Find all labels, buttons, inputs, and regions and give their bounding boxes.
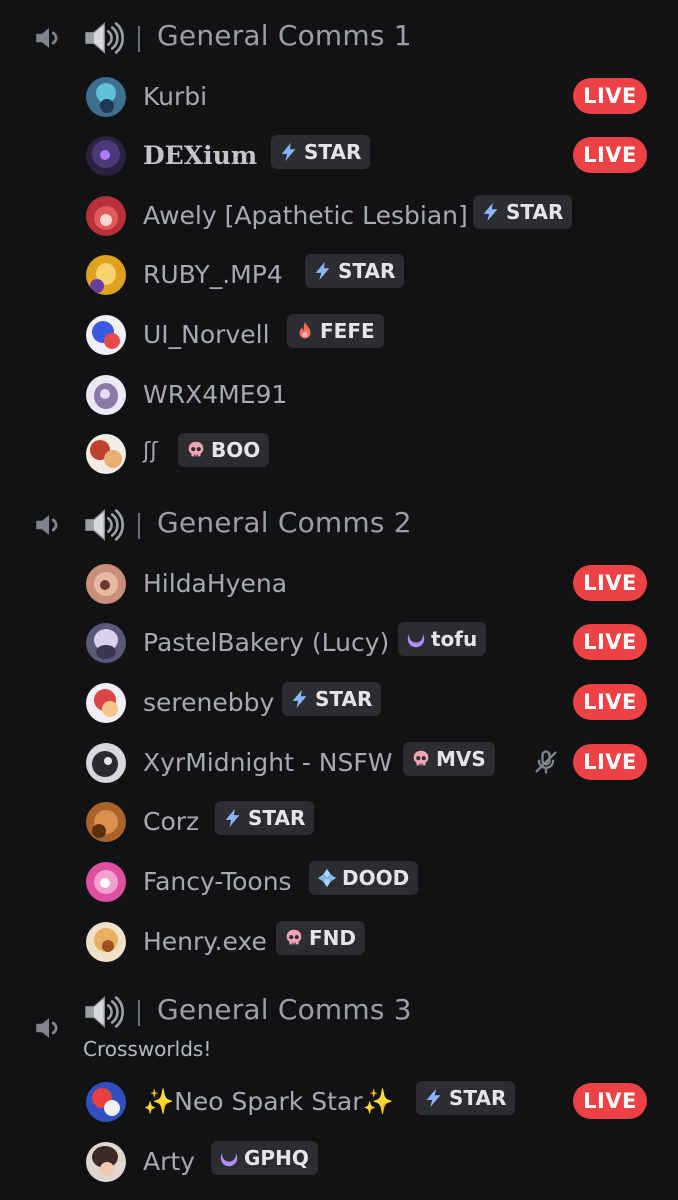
flame-icon: [294, 320, 316, 342]
live-badge[interactable]: LIVE: [573, 78, 647, 114]
lightning-icon: [480, 201, 502, 223]
user-name: Kurbi: [143, 82, 208, 111]
avatar: [86, 683, 126, 723]
avatar: [86, 315, 126, 355]
server-tag: GPHQ: [211, 1141, 318, 1175]
user-name: Fancy-Toons: [143, 867, 292, 896]
server-tag: MVS: [403, 742, 495, 776]
avatar: [86, 255, 126, 295]
user-name: PastelBakery (Lucy): [143, 628, 390, 657]
server-tag: FEFE: [287, 314, 384, 348]
voice-user-neo-spark-star[interactable]: ✨Neo Spark Star✨ STAR LIVE: [0, 1073, 678, 1131]
user-name: serenebby: [143, 688, 275, 717]
voice-user-arty[interactable]: Arty GPHQ: [0, 1133, 678, 1191]
user-name: DEXium: [143, 141, 258, 170]
voice-user-serenebby[interactable]: serenebby STAR LIVE: [0, 674, 678, 732]
live-badge[interactable]: LIVE: [573, 624, 647, 660]
voice-user-henry-exe[interactable]: Henry.exe FND: [0, 913, 678, 971]
voice-user-corz[interactable]: Corz STAR: [0, 793, 678, 851]
channel-topic: Crossworlds!: [83, 1037, 212, 1061]
voice-user-xyrmidnight[interactable]: XyrMidnight - NSFW MVS LIVE: [0, 734, 678, 792]
channel-name: General Comms 1: [157, 19, 412, 52]
avatar: [86, 564, 126, 604]
user-name: Corz: [143, 807, 200, 836]
moon-icon: [405, 628, 427, 650]
channel-name: General Comms 2: [157, 506, 412, 539]
lightning-icon: [289, 688, 311, 710]
user-name: HildaHyena: [143, 569, 288, 598]
separator: [138, 1000, 140, 1026]
voice-channel-general-comms-1[interactable]: General Comms 1: [0, 5, 678, 65]
server-tag: STAR: [271, 135, 371, 169]
server-tag: BOO: [178, 433, 270, 467]
server-tag: STAR: [416, 1081, 516, 1115]
server-tag: DOOD: [309, 861, 419, 895]
user-name: WRX4ME91: [143, 380, 288, 409]
moon-icon: [218, 1147, 240, 1169]
server-tag: STAR: [215, 801, 315, 835]
channel-name: General Comms 3: [157, 993, 412, 1026]
user-name: ✨Neo Spark Star✨: [143, 1087, 394, 1116]
live-badge[interactable]: LIVE: [573, 684, 647, 720]
voice-user-ruby[interactable]: RUBY_.MP4 STAR: [0, 246, 678, 304]
avatar: [86, 802, 126, 842]
separator: [138, 513, 140, 539]
lightning-icon: [423, 1087, 445, 1109]
lightning-icon: [278, 141, 300, 163]
user-name: RUBY_.MP4: [143, 260, 283, 289]
speaker-emoji-icon: [82, 504, 124, 546]
user-name: Awely [Apathetic Lesbian]: [143, 201, 468, 230]
live-badge[interactable]: LIVE: [573, 1083, 647, 1119]
diamond-icon: [316, 867, 338, 889]
voice-user-pastelbakery[interactable]: PastelBakery (Lucy) tofu LIVE: [0, 614, 678, 672]
server-tag: STAR: [473, 195, 573, 229]
user-name: UI_Norvell: [143, 320, 270, 349]
live-badge[interactable]: LIVE: [573, 137, 647, 173]
voice-user-dexium[interactable]: DEXium STAR LIVE: [0, 127, 678, 185]
skull-icon: [410, 748, 432, 770]
avatar: [86, 1082, 126, 1122]
speaker-emoji-icon: [82, 991, 124, 1033]
lightning-icon: [222, 807, 244, 829]
avatar: [86, 375, 126, 415]
voice-user-fancy-toons[interactable]: Fancy-Toons DOOD: [0, 853, 678, 911]
volume-icon[interactable]: [32, 508, 66, 542]
skull-icon: [283, 927, 305, 949]
avatar: [86, 743, 126, 783]
separator: [138, 26, 140, 52]
avatar: [86, 196, 126, 236]
live-badge[interactable]: LIVE: [573, 744, 647, 780]
avatar: [86, 862, 126, 902]
voice-user-ui-norvell[interactable]: UI_Norvell FEFE: [0, 306, 678, 364]
avatar: [86, 136, 126, 176]
volume-icon[interactable]: [32, 21, 66, 55]
avatar: [86, 922, 126, 962]
skull-icon: [185, 439, 207, 461]
avatar: [86, 434, 126, 474]
avatar: [86, 623, 126, 663]
voice-user-awely[interactable]: Awely [Apathetic Lesbian] STAR: [0, 187, 678, 245]
avatar: [86, 1142, 126, 1182]
user-name: ʃʃ: [143, 439, 158, 464]
voice-channel-general-comms-3[interactable]: General Comms 3 Crossworlds!: [0, 979, 678, 1069]
server-tag: STAR: [282, 682, 382, 716]
server-tag: tofu: [398, 622, 487, 656]
avatar: [86, 77, 126, 117]
server-tag: FND: [276, 921, 366, 955]
user-name: Arty: [143, 1147, 195, 1176]
lightning-icon: [312, 260, 334, 282]
volume-icon[interactable]: [32, 1011, 66, 1045]
voice-user-wrx4me91[interactable]: WRX4ME91: [0, 366, 678, 424]
voice-user-kurbi[interactable]: Kurbi LIVE: [0, 68, 678, 126]
mic-muted-icon: [532, 748, 560, 776]
user-name: Henry.exe: [143, 927, 267, 956]
speaker-emoji-icon: [82, 17, 124, 59]
voice-user-hildahyena[interactable]: HildaHyena LIVE: [0, 555, 678, 613]
live-badge[interactable]: LIVE: [573, 565, 647, 601]
user-name: XyrMidnight - NSFW: [143, 748, 393, 777]
voice-user-glyph[interactable]: ʃʃ BOO: [0, 425, 678, 483]
voice-channel-general-comms-2[interactable]: General Comms 2: [0, 492, 678, 552]
server-tag: STAR: [305, 254, 405, 288]
